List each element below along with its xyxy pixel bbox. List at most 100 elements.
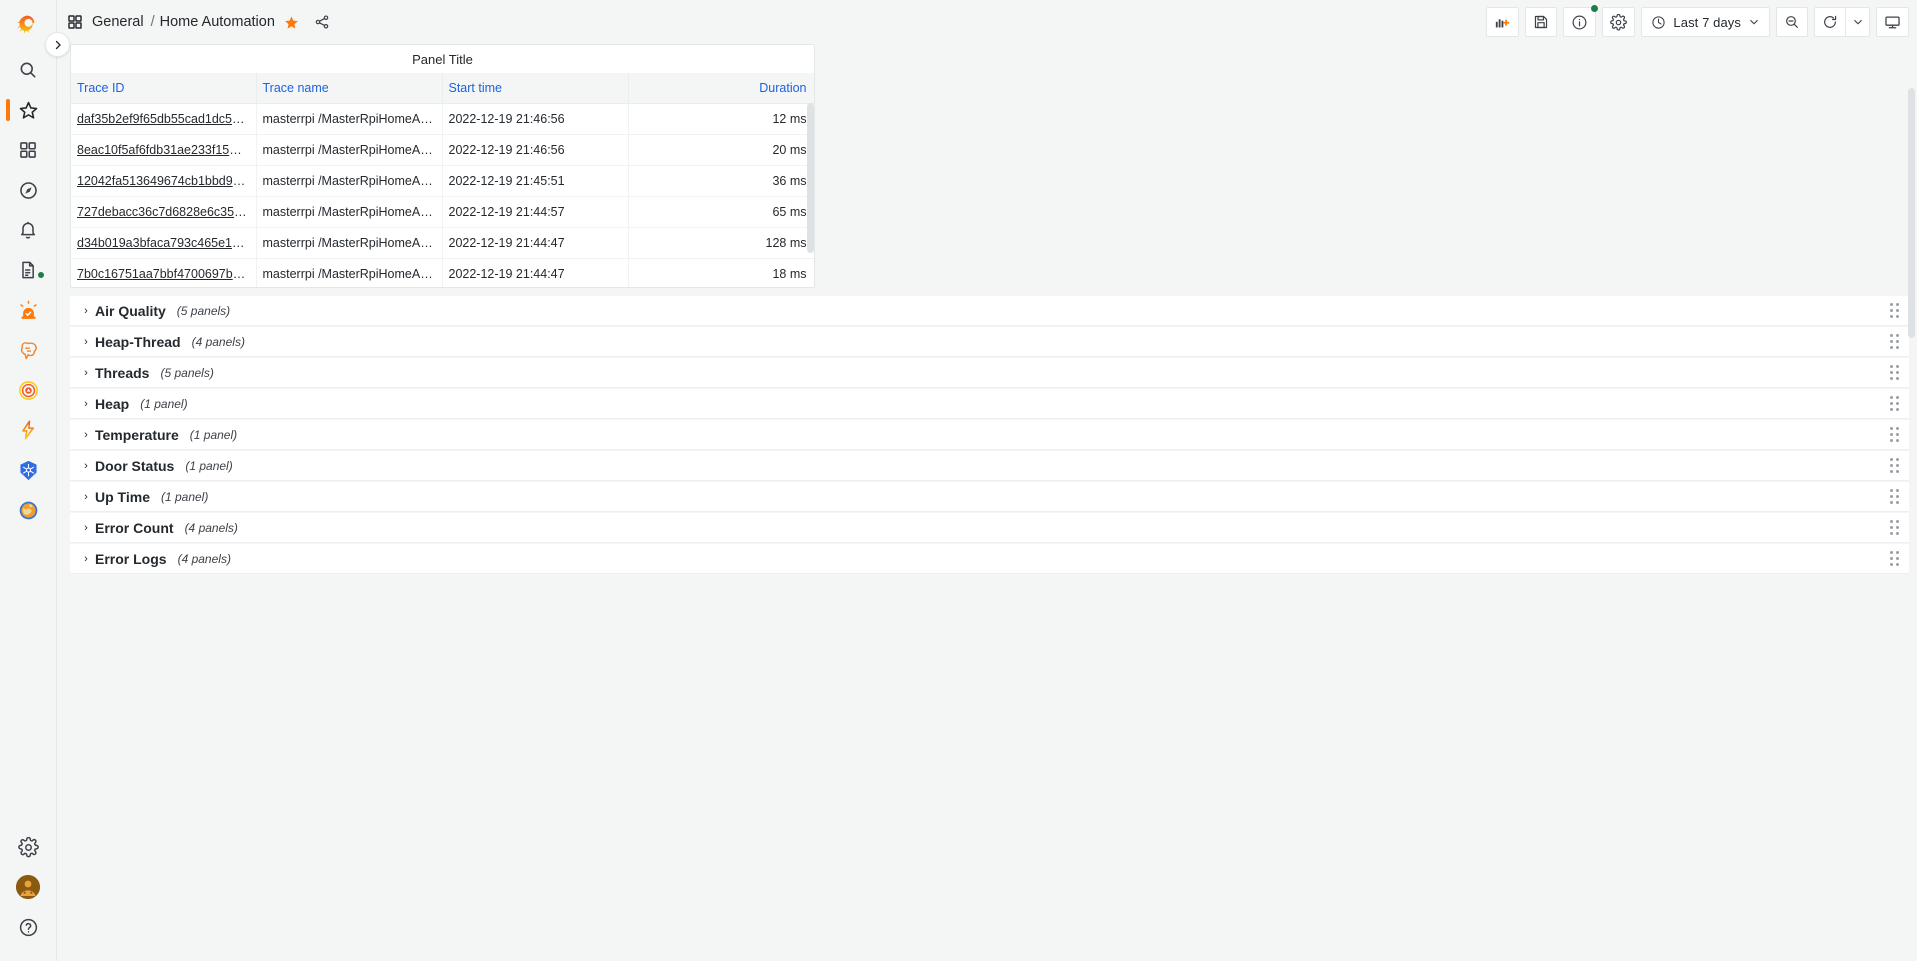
panel-vertical-scrollbar[interactable] [807,103,814,253]
sidebar-item-kubernetes[interactable] [0,450,57,490]
trace-id-link[interactable]: daf35b2ef9f65db55cad1dc554… [77,112,255,126]
cell-trace-id[interactable]: 7b0c16751aa7bbf4700697b11f… [71,258,257,287]
table-row[interactable]: 727debacc36c7d6828e6c35e0c… masterrpi /M… [71,196,814,228]
sidebar-item-synthetic-monitoring[interactable] [0,490,57,530]
row-header-heap-thread[interactable]: › Heap-Thread (4 panels) [70,327,1909,357]
column-header-trace-id[interactable]: Trace ID [71,73,257,104]
row-header-error-logs[interactable]: › Error Logs (4 panels) [70,544,1909,574]
time-range-picker[interactable]: Last 7 days [1641,7,1770,37]
refresh-button[interactable] [1814,7,1846,37]
sidebar-item-help[interactable] [0,907,57,947]
row-drag-handle[interactable] [1890,396,1899,411]
row-drag-handle[interactable] [1890,551,1899,566]
sidebar-item-k6[interactable] [0,410,57,450]
cell-trace-id[interactable]: d34b019a3bfaca793c465e1998… [71,227,257,259]
cell-start-time: 2022-12-19 21:46:56 [442,103,629,135]
breadcrumb-separator: / [150,14,155,30]
row-drag-handle[interactable] [1890,520,1899,535]
chevron-right-icon: › [84,366,88,379]
row-title: Heap [95,395,130,412]
save-dashboard-button[interactable] [1525,7,1558,37]
column-header-trace-name[interactable]: Trace name [256,73,443,104]
row-header-heap[interactable]: › Heap (1 panel) [70,389,1909,419]
sidebar-item-starred[interactable] [0,90,57,130]
dashboard-settings-button[interactable] [1602,7,1636,37]
zoom-out-time-button[interactable] [1776,7,1808,37]
sidebar-item-user-avatar[interactable] [0,867,57,907]
page-vertical-scrollbar[interactable] [1908,88,1915,338]
sidebar-item-dashboards[interactable] [0,130,57,170]
sidebar-bottom-group [0,827,56,961]
row-drag-handle[interactable] [1890,427,1899,442]
sidebar-item-oncall[interactable] [0,290,57,330]
row-header-up-time[interactable]: › Up Time (1 panel) [70,482,1909,512]
main-area: General / Home Automation Last 7 days Pa… [57,0,1917,961]
sidebar-item-search[interactable] [0,50,57,90]
row-drag-handle[interactable] [1890,334,1899,349]
cell-start-time: 2022-12-19 21:44:47 [442,258,629,287]
trace-id-link[interactable]: 12042fa513649674cb1bbd9a85… [77,174,255,188]
sidebar-item-explore[interactable] [0,170,57,210]
cell-trace-name: masterrpi /MasterRpiHomeAuto… [256,103,443,135]
row-drag-handle[interactable] [1890,365,1899,380]
breadcrumb-folder[interactable]: General [92,14,144,30]
trace-id-link[interactable]: 8eac10f5af6fdb31ae233f15474… [77,143,255,157]
row-panel-count: (4 panels) [191,334,245,349]
sidebar-item-incident[interactable] [0,370,57,410]
share-dashboard-icon[interactable] [314,14,330,30]
add-panel-button[interactable] [1486,7,1520,37]
document-icon [22,261,34,279]
sidebar-nav [0,0,70,961]
sidebar-item-reports[interactable] [0,250,57,290]
dashboard-info-button[interactable] [1563,5,1599,37]
time-range-label: Last 7 days [1673,14,1741,30]
sidebar-item-alerting[interactable] [0,210,57,250]
panel-traces: Panel Title Trace ID Trace name Start ti… [70,44,815,288]
trace-id-link[interactable]: 7b0c16751aa7bbf4700697b11f… [77,267,255,281]
cell-duration: 128 ms [628,227,814,259]
search-icon [20,62,36,78]
compass-icon [19,181,37,199]
row-header-door-status[interactable]: › Door Status (1 panel) [70,451,1909,481]
page-title[interactable]: Home Automation [160,14,275,30]
row-header-air-quality[interactable]: › Air Quality (5 panels) [70,296,1909,326]
cell-duration: 12 ms [628,103,814,135]
cell-trace-id[interactable]: 8eac10f5af6fdb31ae233f15474… [71,134,257,166]
row-header-threads[interactable]: › Threads (5 panels) [70,358,1909,388]
avatar [16,875,40,899]
trace-id-link[interactable]: 727debacc36c7d6828e6c35e0c… [77,205,255,219]
cell-start-time: 2022-12-19 21:44:57 [442,196,629,228]
sidebar-item-machine-learning[interactable] [0,330,57,370]
kiosk-mode-button[interactable] [1876,7,1909,37]
cell-duration: 36 ms [628,165,814,197]
favorite-star-icon[interactable] [284,15,299,30]
row-header-temperature[interactable]: › Temperature (1 panel) [70,420,1909,450]
cell-trace-id[interactable]: 12042fa513649674cb1bbd9a85… [71,165,257,197]
column-header-duration[interactable]: Duration [628,73,814,104]
column-header-start-time[interactable]: Start time [442,73,629,104]
cell-start-time: 2022-12-19 21:46:56 [442,134,629,166]
trace-id-link[interactable]: d34b019a3bfaca793c465e1998… [77,236,255,250]
table-row[interactable]: daf35b2ef9f65db55cad1dc554… masterrpi /M… [71,103,814,135]
table-row[interactable]: d34b019a3bfaca793c465e1998… masterrpi /M… [71,227,814,259]
lightning-bolt-icon [22,420,34,440]
row-panel-count: (1 panel) [185,458,233,473]
cell-duration: 20 ms [628,134,814,166]
row-drag-handle[interactable] [1890,458,1899,473]
row-title: Air Quality [95,302,166,319]
cell-trace-id[interactable]: 727debacc36c7d6828e6c35e0c… [71,196,257,228]
reports-status-dot [37,272,44,278]
row-header-error-count[interactable]: › Error Count (4 panels) [70,513,1909,543]
nav-expand-handle[interactable] [45,32,70,57]
table-row[interactable]: 12042fa513649674cb1bbd9a85… masterrpi /M… [71,165,814,197]
row-drag-handle[interactable] [1890,489,1899,504]
oncall-siren-icon [19,300,37,319]
row-drag-handle[interactable] [1890,303,1899,318]
row-panel-count: (1 panel) [140,396,188,411]
panel-header[interactable]: Panel Title [71,45,814,73]
table-row[interactable]: 7b0c16751aa7bbf4700697b11f… masterrpi /M… [71,258,814,287]
cell-trace-id[interactable]: daf35b2ef9f65db55cad1dc554… [71,103,257,135]
table-row[interactable]: 8eac10f5af6fdb31ae233f15474… masterrpi /… [71,134,814,166]
sidebar-item-configuration[interactable] [0,827,57,867]
refresh-interval-dropdown[interactable] [1846,7,1870,37]
